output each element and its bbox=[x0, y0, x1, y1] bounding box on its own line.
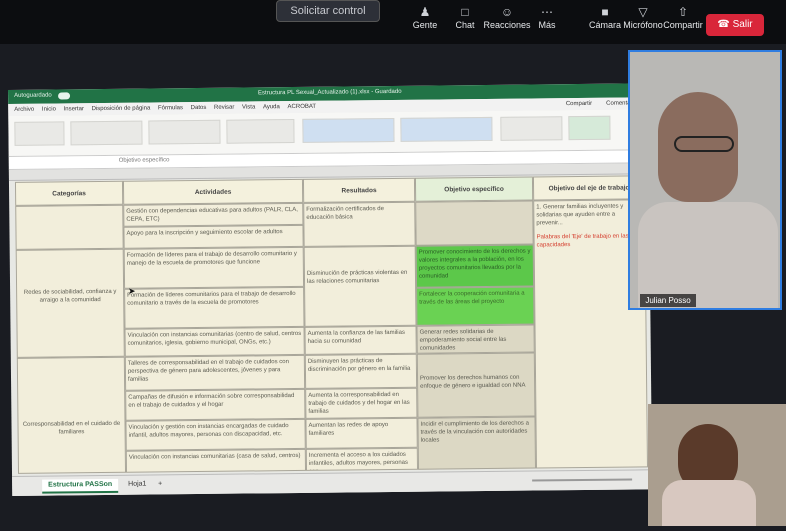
zoom-slider[interactable] bbox=[532, 478, 633, 482]
tab-acrobat[interactable]: ACROBAT bbox=[287, 101, 316, 113]
cell-obj-r4[interactable]: Promover los derechos humanos con enfoqu… bbox=[416, 352, 536, 418]
cell-act-r5b[interactable]: Vinculación con instancias comunitarias … bbox=[125, 448, 307, 473]
cell-res-r4b[interactable]: Aumenta la corresponsabilidad en trabajo… bbox=[305, 387, 418, 419]
shared-screen: Autoguardado Estructura PL Sexual_Actual… bbox=[8, 83, 653, 496]
cells-group[interactable] bbox=[400, 116, 493, 142]
analysis-group[interactable] bbox=[568, 115, 611, 141]
autosave-toggle[interactable] bbox=[58, 92, 71, 100]
cell-res-r2[interactable]: Disminución de prácticas violentas en la… bbox=[303, 245, 417, 327]
cell-act-r4b[interactable]: Campañas de difusión e información sobre… bbox=[125, 388, 306, 421]
cell-cat-r1[interactable] bbox=[15, 204, 124, 250]
cell-obj-r3[interactable]: Generar redes solidarias de empoderamien… bbox=[416, 324, 535, 354]
leave-label: Salir bbox=[732, 19, 753, 30]
glasses bbox=[674, 136, 734, 152]
sheet-tab-estructura[interactable]: Estructura PASSon bbox=[42, 478, 119, 494]
cell-act-r2[interactable]: Formación de líderes para el trabajo de … bbox=[123, 246, 305, 289]
cell-obj-r5[interactable]: Incidir el cumplimiento de los derechos … bbox=[417, 416, 536, 470]
tab-home[interactable]: Inicio bbox=[42, 103, 56, 115]
cell-cat-r5[interactable]: Corresponsabilidad en el cuidado de fami… bbox=[16, 356, 127, 474]
header-categoria[interactable]: Categorías bbox=[14, 180, 124, 206]
cell-res-r5[interactable]: Aumentan las redes de apoyo familiares bbox=[305, 417, 418, 449]
mouse-cursor: ➤ bbox=[128, 286, 136, 296]
header-objetivo[interactable]: Objetivo específico bbox=[414, 176, 534, 202]
cell-cat-r2[interactable]: Redes de sociabilidad, confianza y arrai… bbox=[15, 248, 125, 358]
clipboard-group[interactable] bbox=[14, 121, 65, 146]
share-button[interactable]: ⇧ Compartir bbox=[656, 4, 710, 30]
cell-act-r2b[interactable]: Formación de líderes comunitarios para e… bbox=[124, 286, 305, 329]
cell-act-r4[interactable]: Talleres de corresponsabilidad en el tra… bbox=[124, 354, 306, 391]
editing-group[interactable] bbox=[500, 116, 563, 141]
cell-act-r1b[interactable]: Apoyo para la inscripción y seguimiento … bbox=[123, 224, 304, 249]
sheet-tab-hoja1[interactable]: Hoja1 bbox=[122, 479, 152, 491]
number-group[interactable] bbox=[226, 119, 295, 144]
cell-act-r1[interactable]: Gestión con dependencias educativas para… bbox=[123, 202, 304, 227]
more-button[interactable]: ⋯ Más bbox=[520, 4, 574, 30]
cell-act-r3[interactable]: Vinculación con instancias comunitarias … bbox=[124, 326, 305, 357]
participant-shirt-2 bbox=[662, 480, 756, 526]
alignment-group[interactable] bbox=[148, 119, 221, 145]
font-group[interactable] bbox=[70, 120, 143, 146]
share-label: Compartir bbox=[663, 20, 703, 30]
tab-file[interactable]: Archivo bbox=[14, 104, 34, 116]
chat-label: Chat bbox=[455, 20, 475, 30]
tab-formulas[interactable]: Fórmulas bbox=[158, 102, 183, 114]
people-label: Gente bbox=[412, 20, 438, 30]
participant-name-tag: Julian Posso bbox=[640, 294, 696, 307]
cell-res-r4[interactable]: Disminuyen las prácticas de discriminaci… bbox=[304, 353, 418, 389]
add-sheet-button[interactable]: + bbox=[152, 478, 168, 490]
sheet-tabs-bar: Estructura PASSon Hoja1 + bbox=[12, 469, 653, 496]
tab-view[interactable]: Vista bbox=[242, 101, 255, 113]
autosave-label: Autoguardado bbox=[14, 92, 52, 99]
tab-page-layout[interactable]: Disposición de página bbox=[92, 103, 151, 116]
phone-icon: ☎ bbox=[717, 19, 730, 30]
cell-res-r3[interactable]: Aumenta la confianza de las familias hac… bbox=[304, 325, 417, 355]
tab-data[interactable]: Datos bbox=[191, 102, 207, 114]
spreadsheet-grid[interactable]: Categorías Actividades Resultados Objeti… bbox=[14, 175, 648, 474]
participant-video-second[interactable] bbox=[648, 404, 786, 526]
more-icon: ⋯ bbox=[541, 5, 553, 19]
participant-video-main[interactable] bbox=[628, 50, 782, 310]
eje-text-1: 1. Generar familias incluyentes y solida… bbox=[536, 203, 624, 227]
share-doc-button[interactable]: Compartir bbox=[566, 98, 592, 110]
tab-insert[interactable]: Insertar bbox=[64, 103, 84, 115]
header-resultados[interactable]: Resultados bbox=[302, 177, 416, 203]
cell-obj-r2[interactable]: Promover conocimiento de los derechos y … bbox=[415, 244, 535, 288]
header-actividades[interactable]: Actividades bbox=[122, 178, 304, 205]
cell-obj-r1[interactable] bbox=[415, 200, 534, 246]
cell-act-r5[interactable]: Vinculación y gestión con instancias enc… bbox=[125, 418, 306, 451]
formula-content: Objetivo específico bbox=[118, 157, 170, 164]
tab-help[interactable]: Ayuda bbox=[263, 101, 280, 113]
document-title: Estructura PL Sexual_Actualizado (1).xls… bbox=[258, 88, 402, 97]
cell-res-r5b[interactable]: Incrementa el acceso a los cuidados infa… bbox=[305, 447, 418, 471]
tab-review[interactable]: Revisar bbox=[214, 102, 234, 114]
cell-obj-r2b[interactable]: Fortalecer la cooperación comunitaria a … bbox=[416, 286, 535, 326]
cell-res-r1[interactable]: Formalización certificados de educación … bbox=[303, 201, 416, 247]
leave-button[interactable]: ☎ Salir bbox=[706, 14, 764, 36]
request-control-button[interactable]: Solicitar control bbox=[276, 0, 380, 22]
eje-text-2: Palabras del 'Eje' de trabajo en las cap… bbox=[536, 233, 629, 249]
ribbon bbox=[8, 109, 649, 157]
styles-group[interactable] bbox=[302, 117, 395, 143]
more-label: Más bbox=[538, 20, 556, 30]
share-icon: ⇧ bbox=[677, 5, 689, 19]
